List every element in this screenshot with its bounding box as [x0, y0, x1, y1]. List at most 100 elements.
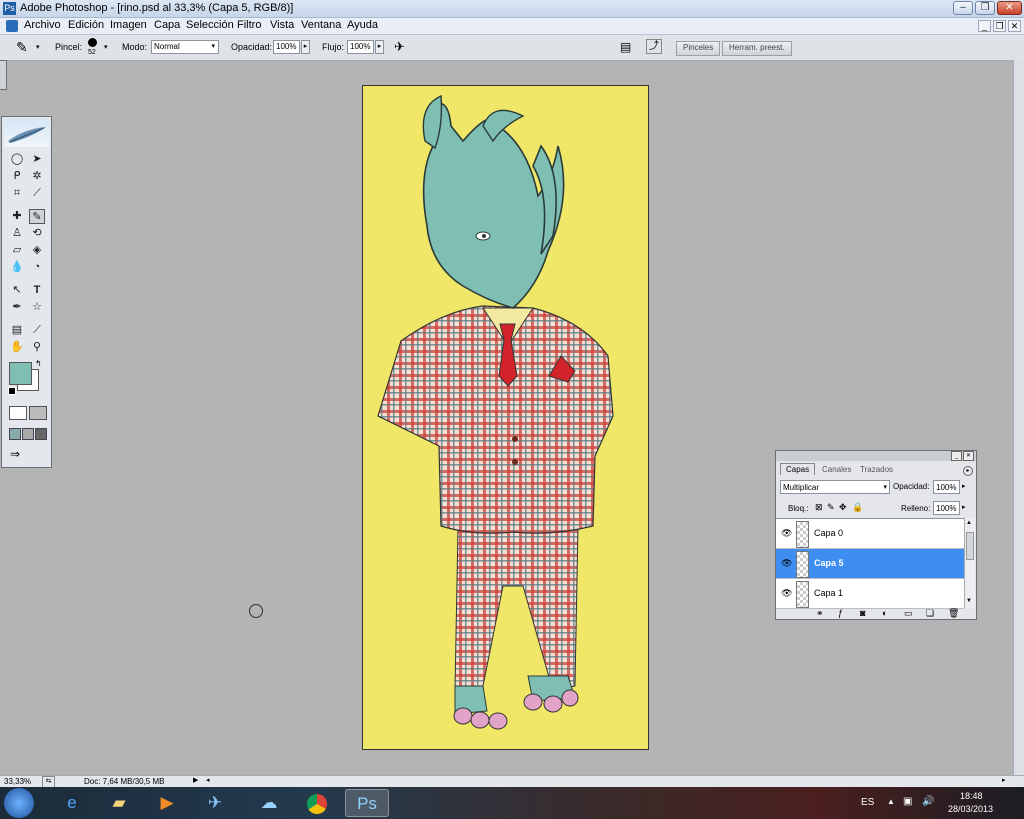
status-menu-arrow[interactable]: ▶	[193, 776, 198, 784]
eyedropper-tool-icon[interactable]: ⟋	[29, 323, 45, 338]
tab-trazados[interactable]: Trazados	[856, 464, 897, 475]
document-vertical-scrollbar[interactable]	[1013, 60, 1024, 775]
clock-time[interactable]: 18:48	[960, 791, 983, 801]
scroll-right-icon[interactable]: ▸	[1002, 776, 1006, 784]
menu-edicion[interactable]: Edición	[68, 19, 104, 31]
marquee-tool-icon[interactable]: ◯	[9, 152, 25, 167]
photoshop-taskbar-icon[interactable]: Ps	[345, 789, 389, 817]
start-button[interactable]	[4, 788, 34, 818]
swap-colors-icon[interactable]: ↰	[35, 359, 42, 368]
menu-filtro[interactable]: Filtro	[237, 19, 261, 31]
blend-mode-select[interactable]: Multiplicar ▾	[780, 480, 890, 494]
layer-style-icon[interactable]: ƒ	[838, 608, 843, 618]
app-icon-4[interactable]: ✈	[193, 789, 237, 817]
menu-vista[interactable]: Vista	[270, 19, 294, 31]
menu-seleccion[interactable]: Selección	[186, 19, 234, 31]
tab-herram-preest[interactable]: Herram. preest.	[722, 41, 792, 56]
menu-archivo[interactable]: Archivo	[24, 19, 61, 31]
scroll-left-icon[interactable]: ◂	[206, 776, 210, 784]
healing-brush-tool-icon[interactable]: ✚	[9, 209, 25, 224]
eraser-tool-icon[interactable]: ▱	[9, 243, 25, 258]
app-icon-5[interactable]: ☁	[247, 789, 291, 817]
opacity-input[interactable]: 100%	[273, 40, 300, 54]
new-group-icon[interactable]: ▭	[904, 608, 913, 619]
zoom-level[interactable]: 33,33%	[4, 777, 31, 786]
fill-input[interactable]: 100%	[933, 501, 960, 515]
network-icon[interactable]: ▣	[903, 796, 912, 807]
visibility-eye-icon[interactable]: 👁	[781, 558, 792, 569]
jump-to-imageready-icon[interactable]: ⇒	[10, 447, 20, 461]
screen-mode-standard-button[interactable]	[9, 428, 21, 440]
panel-close-button[interactable]: ✕	[963, 451, 974, 461]
screen-mode-full-button[interactable]	[35, 428, 47, 440]
mode-select[interactable]: Normal ▾	[151, 40, 219, 54]
scroll-up-icon[interactable]: ▲	[966, 520, 972, 526]
doc-close-button[interactable]: ✕	[1008, 20, 1021, 32]
quick-mask-button[interactable]	[29, 406, 47, 420]
close-button[interactable]: ✕	[997, 1, 1022, 15]
notes-tool-icon[interactable]: ▤	[9, 323, 25, 338]
blur-tool-icon[interactable]: 💧	[9, 260, 25, 275]
maximize-button[interactable]: ❐	[975, 1, 995, 15]
brush-preview-icon[interactable]	[88, 38, 97, 47]
trash-icon[interactable]: 🗑	[948, 608, 959, 619]
bridge-icon[interactable]: ⤴	[646, 39, 662, 54]
history-brush-tool-icon[interactable]: ⟲	[29, 226, 45, 241]
lock-transparency-icon[interactable]: ⊠	[815, 502, 823, 513]
scroll-thumb[interactable]	[966, 532, 974, 560]
tab-capas[interactable]: Capas	[780, 463, 816, 475]
brush-tool-button[interactable]: ✎	[29, 209, 45, 224]
palette-icon[interactable]: ▤	[620, 40, 631, 54]
volume-icon[interactable]: 🔊	[922, 796, 934, 807]
dodge-tool-icon[interactable]: ◔	[29, 260, 45, 275]
panel-minimize-button[interactable]: _	[951, 451, 962, 461]
minimize-button[interactable]: –	[953, 1, 973, 15]
document-canvas[interactable]	[362, 85, 649, 750]
foreground-color-swatch[interactable]	[9, 362, 32, 385]
layer-row-capa-0[interactable]: 👁 Capa 0	[776, 519, 964, 549]
lock-pixels-icon[interactable]: ✎	[827, 502, 835, 513]
flow-input[interactable]: 100%	[347, 40, 374, 54]
layer-mask-icon[interactable]: ◙	[860, 608, 865, 618]
default-colors-icon[interactable]	[8, 387, 16, 395]
path-selection-tool-icon[interactable]: ↖	[9, 283, 25, 298]
tab-canales[interactable]: Canales	[818, 464, 855, 475]
explorer-folder-icon[interactable]: ▰	[97, 789, 141, 817]
layer-list-scrollbar[interactable]: ▲ ▼	[964, 518, 975, 608]
link-layers-icon[interactable]: ⚭	[816, 608, 824, 619]
zoom-tool-icon[interactable]: ⚲	[29, 340, 45, 355]
magic-wand-tool-icon[interactable]: ✲	[29, 169, 45, 184]
language-indicator[interactable]: ES	[861, 797, 874, 808]
menu-capa[interactable]: Capa	[154, 19, 180, 31]
airbrush-icon[interactable]: ✈	[394, 39, 405, 55]
lasso-tool-icon[interactable]: ᑭ	[9, 169, 25, 184]
menu-ayuda[interactable]: Ayuda	[347, 19, 378, 31]
layer-opacity-slider-button[interactable]: ▸	[962, 482, 966, 490]
menu-ventana[interactable]: Ventana	[301, 19, 341, 31]
tab-pinceles[interactable]: Pinceles	[676, 41, 721, 56]
hand-tool-icon[interactable]: ✋	[9, 340, 25, 355]
layer-opacity-input[interactable]: 100%	[933, 480, 960, 494]
tool-preset-dropdown[interactable]: ▾	[36, 43, 40, 51]
opacity-slider-button[interactable]: ▸	[301, 40, 310, 54]
menu-imagen[interactable]: Imagen	[110, 19, 147, 31]
standard-mode-button[interactable]	[9, 406, 27, 420]
adjustment-layer-icon[interactable]: ◐	[882, 608, 887, 618]
shape-tool-icon[interactable]: ☆	[29, 300, 45, 315]
clock-date[interactable]: 28/03/2013	[948, 804, 993, 814]
visibility-eye-icon[interactable]: 👁	[781, 588, 792, 599]
crop-tool-icon[interactable]: ⌗	[9, 186, 25, 201]
type-tool-icon[interactable]: T	[29, 283, 45, 298]
fill-slider-button[interactable]: ▸	[962, 503, 966, 511]
lock-all-icon[interactable]: 🔒	[852, 502, 863, 513]
panel-menu-button[interactable]: ▸	[963, 466, 973, 476]
doc-minimize-button[interactable]: _	[978, 20, 991, 32]
flow-slider-button[interactable]: ▸	[375, 40, 384, 54]
new-layer-icon[interactable]: ❏	[926, 608, 934, 619]
slice-tool-icon[interactable]: ⟋	[29, 186, 45, 201]
screen-mode-menubar-button[interactable]	[22, 428, 34, 440]
internet-explorer-icon[interactable]: e	[50, 789, 94, 817]
brush-tool-icon[interactable]: ✎	[16, 39, 28, 56]
lock-position-icon[interactable]: ✥	[839, 502, 847, 513]
chrome-icon[interactable]	[295, 789, 339, 817]
